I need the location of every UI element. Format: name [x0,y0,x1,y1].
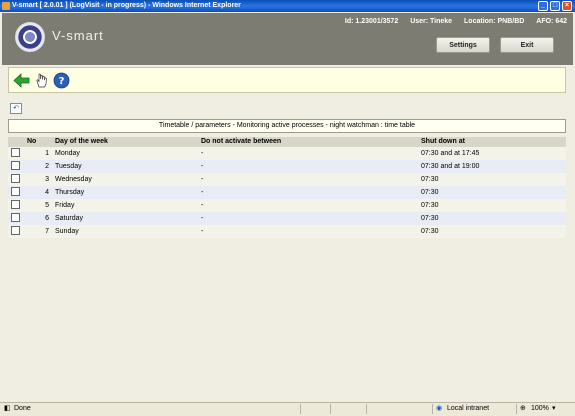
window-title: V-smart [ 2.0.01 ] (LogVisit - in progre… [12,2,241,9]
row-shut-down: 07:30 [421,176,439,183]
zoom-icon: ⊕ [520,405,526,412]
row-checkbox[interactable] [11,147,20,160]
close-window-button[interactable]: × [562,1,572,11]
row-no: 3 [45,176,49,183]
ie-app-icon [2,2,10,10]
maximize-button[interactable]: □ [550,1,560,11]
app-logo-text: V-smart [52,28,104,43]
globe-icon: ◉ [436,405,443,412]
status-divider [516,404,517,414]
session-location: Location: PNB/BD [464,18,525,25]
row-day: Thursday [55,189,85,196]
row-day: Friday [55,202,75,209]
svg-text:?: ? [59,76,65,87]
hand-pointer-icon[interactable] [33,72,50,89]
status-bar: ◧ Done ◉ Local intranet ⊕ 100% ▾ [0,402,575,416]
ie-page-icon: ◧ [4,405,11,412]
row-day: Monday [55,150,80,157]
title-bar: V-smart [ 2.0.01 ] (LogVisit - in progre… [0,0,575,12]
row-day: Tuesday [55,163,82,170]
row-shut-down: 07:30 and at 17:45 [421,150,480,157]
row-shut-down: 07:30 [421,228,439,235]
undo-icon[interactable]: ↶ [10,103,22,114]
row-checkbox[interactable] [11,225,20,238]
toolbar: ? [8,67,566,93]
row-no: 5 [45,202,49,209]
header-shut-down[interactable]: Shut down at [421,137,465,147]
row-do-not-activate: - [201,163,204,170]
row-no: 4 [45,189,49,196]
row-shut-down: 07:30 and at 19:00 [421,163,480,170]
row-do-not-activate: - [201,228,204,235]
row-no-wrap: 4 [27,186,51,199]
row-no: 6 [45,215,49,222]
row-day: Sunday [55,228,79,235]
row-no: 1 [45,150,49,157]
app-header: V-smart Id: 1.23001/3572 User: Tineke Lo… [2,13,573,65]
status-divider [432,404,433,414]
table-row[interactable]: 6 Saturday - 07:30 [8,212,566,225]
row-no: 2 [45,163,49,170]
row-checkbox[interactable] [11,212,20,225]
status-divider [366,404,367,414]
zoom-level[interactable]: 100% [531,403,549,415]
session-id: Id: 1.23001/3572 [344,18,399,25]
table-row[interactable]: 2 Tuesday - 07:30 and at 19:00 [8,160,566,173]
status-divider [330,404,331,414]
row-no-wrap: 2 [27,160,51,173]
timetable-grid: No Day of the week Do not activate betwe… [8,137,566,238]
row-no: 7 [45,228,49,235]
row-no-wrap: 1 [27,147,51,160]
row-checkbox[interactable] [11,173,20,186]
row-day: Wednesday [55,176,92,183]
row-checkbox[interactable] [11,199,20,212]
row-shut-down: 07:30 [421,202,439,209]
session-user: User: Tineke [410,18,453,25]
row-do-not-activate: - [201,176,204,183]
back-arrow-icon[interactable] [13,72,30,89]
vsmart-logo-icon [15,22,45,52]
row-no-wrap: 5 [27,199,51,212]
row-checkbox[interactable] [11,160,20,173]
session-afo: AFO: 642 [536,18,567,25]
table-row[interactable]: 4 Thursday - 07:30 [8,186,566,199]
table-row[interactable]: 5 Friday - 07:30 [8,199,566,212]
settings-button[interactable]: Settings [436,37,490,53]
header-do-not-activate[interactable]: Do not activate between [201,137,281,147]
row-do-not-activate: - [201,215,204,222]
row-no-wrap: 3 [27,173,51,186]
table-header: No Day of the week Do not activate betwe… [8,137,566,147]
zone-text: Local intranet [447,405,490,412]
minimize-button[interactable]: _ [538,1,548,11]
zoom-dropdown-icon[interactable]: ▾ [552,403,556,415]
table-row[interactable]: 7 Sunday - 07:30 [8,225,566,238]
status-divider [300,404,301,414]
header-day[interactable]: Day of the week [55,137,108,147]
help-icon[interactable]: ? [53,72,70,89]
row-shut-down: 07:30 [421,215,439,222]
status-text: Done [14,405,31,412]
row-day: Saturday [55,215,84,222]
table-row[interactable]: 1 Monday - 07:30 and at 17:45 [8,147,566,160]
session-info: Id: 1.23001/3572 User: Tineke Location: … [335,18,567,25]
row-no-wrap: 6 [27,212,51,225]
exit-button[interactable]: Exit [500,37,554,53]
browser-window: V-smart [ 2.0.01 ] (LogVisit - in progre… [0,0,575,416]
row-do-not-activate: - [201,150,204,157]
table-row[interactable]: 3 Wednesday - 07:30 [8,173,566,186]
row-shut-down: 07:30 [421,189,439,196]
header-no[interactable]: No [27,137,36,147]
row-checkbox[interactable] [11,186,20,199]
row-do-not-activate: - [201,189,204,196]
row-do-not-activate: - [201,202,204,209]
row-no-wrap: 7 [27,225,51,238]
page-caption: Timetable / parameters - Monitoring acti… [8,119,566,133]
